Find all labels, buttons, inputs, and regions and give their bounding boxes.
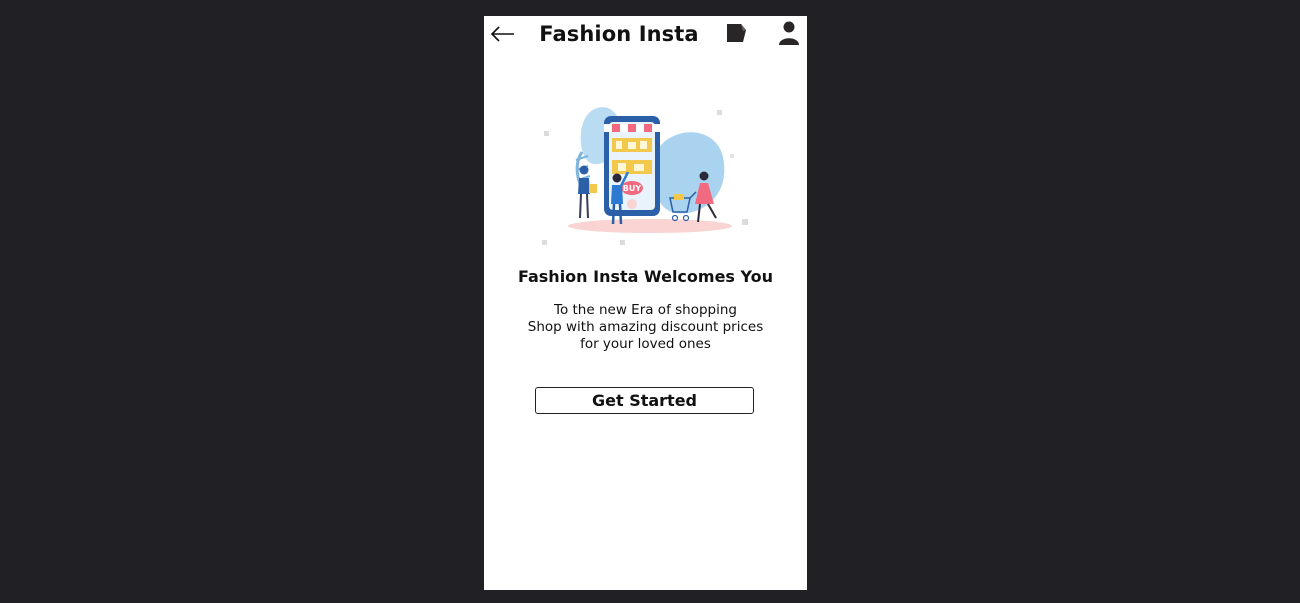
- offers-button[interactable]: [724, 22, 750, 44]
- app-stage: Fashion Insta BUY Fashion Insta Welcomes…: [0, 0, 1300, 603]
- buy-sign: BUY: [623, 184, 642, 193]
- welcome-message: To the new Era of shopping Shop with ama…: [484, 302, 807, 353]
- top-bar: Fashion Insta: [484, 16, 807, 60]
- hero-illustration: BUY: [532, 94, 762, 254]
- tag-icon: [727, 24, 746, 42]
- profile-button[interactable]: [777, 20, 801, 46]
- welcome-line: for your loved ones: [580, 336, 711, 352]
- welcome-line: Shop with amazing discount prices: [527, 319, 764, 335]
- get-started-button[interactable]: Get Started: [535, 387, 754, 414]
- phone-screen: Fashion Insta BUY Fashion Insta Welcomes…: [484, 16, 807, 590]
- user-icon: [779, 21, 799, 45]
- welcome-line: To the new Era of shopping: [554, 302, 737, 318]
- welcome-heading: Fashion Insta Welcomes You: [517, 267, 774, 286]
- shopping-illustration: BUY: [542, 107, 748, 245]
- app-title: Fashion Insta: [539, 22, 699, 46]
